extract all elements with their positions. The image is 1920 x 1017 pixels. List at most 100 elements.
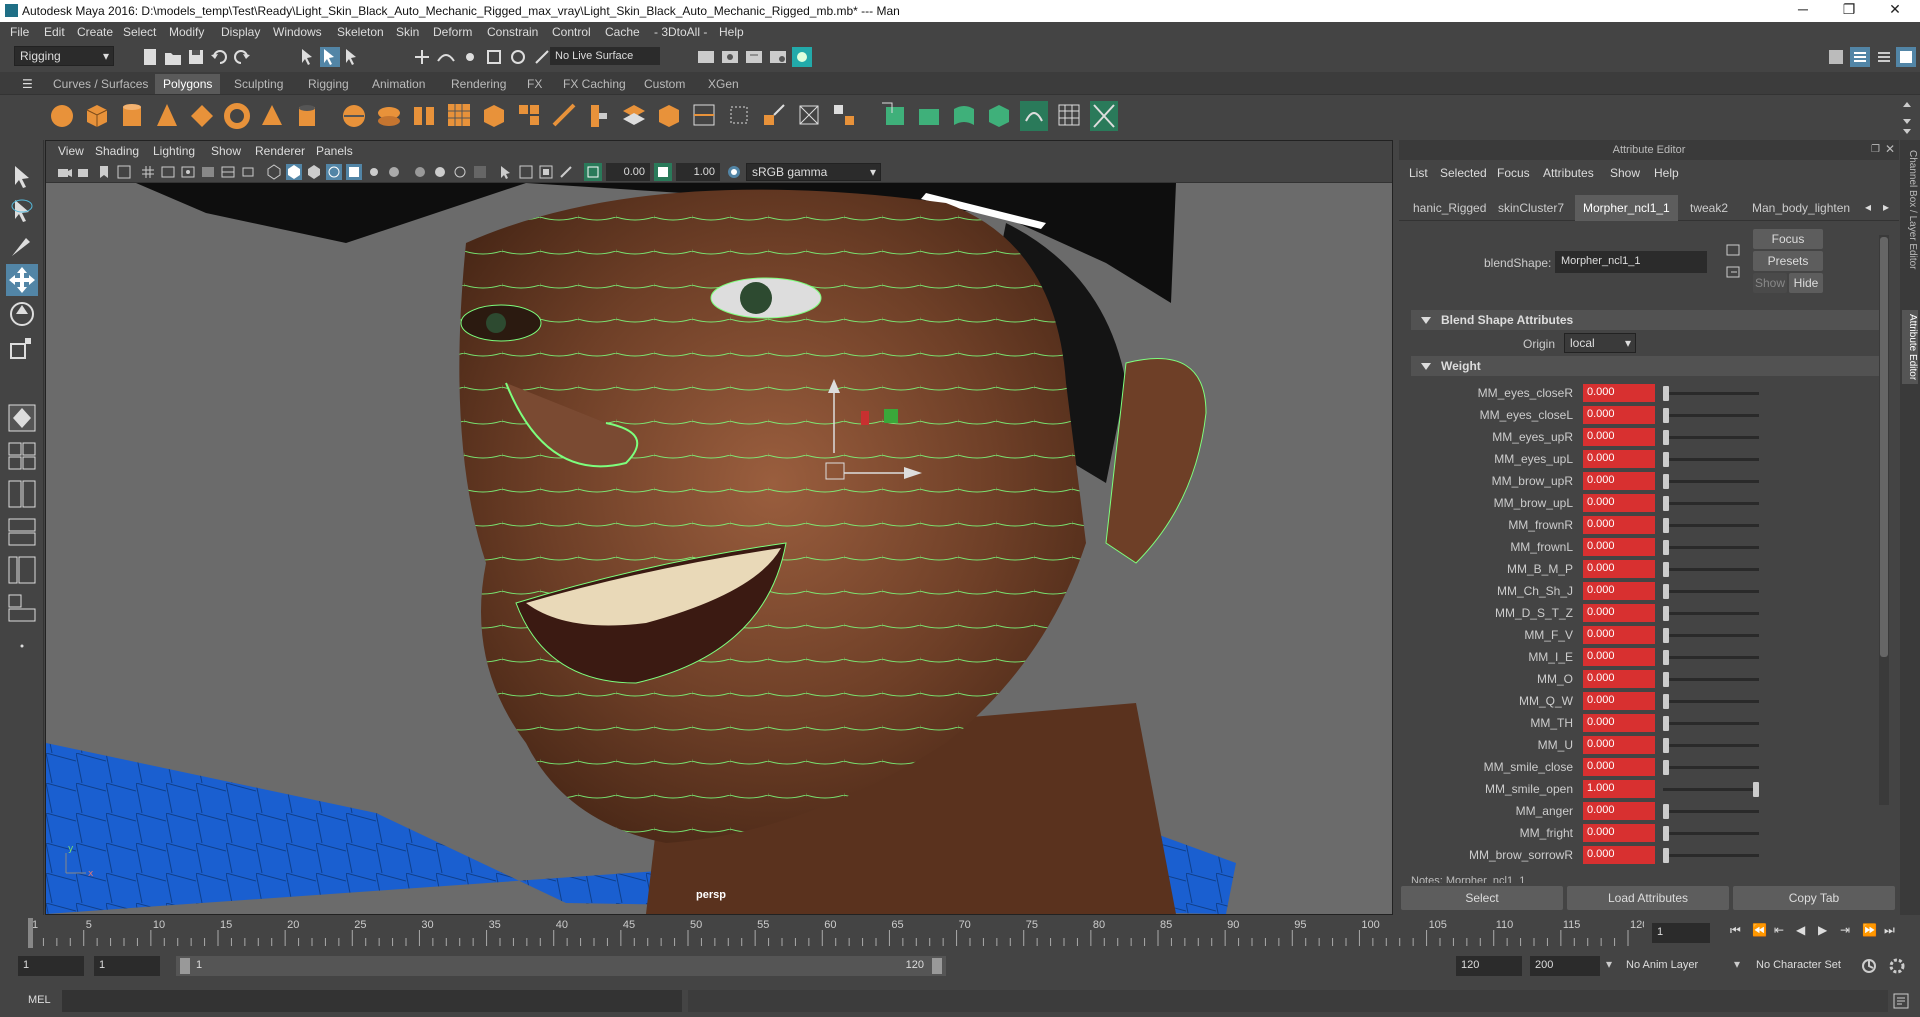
weight-slider-track[interactable] <box>1663 766 1759 769</box>
hypershade-icon[interactable] <box>792 47 812 67</box>
vp-menu-shading[interactable]: Shading <box>95 144 139 158</box>
rotate-tool-icon[interactable] <box>6 298 38 330</box>
scale-tool-icon[interactable] <box>6 332 38 364</box>
weight-value-field[interactable]: 0.000 <box>1583 824 1655 842</box>
persp-graph-layout-icon[interactable] <box>6 554 38 586</box>
smooth-shade-icon[interactable] <box>286 164 302 180</box>
ae-tab-hanic-rigged[interactable]: hanic_Rigged <box>1405 195 1494 221</box>
undo-icon[interactable] <box>209 47 229 67</box>
poly-cone-icon[interactable] <box>153 101 181 131</box>
weight-slider-thumb[interactable] <box>1663 540 1669 555</box>
presets-button[interactable]: Presets <box>1753 251 1823 271</box>
close-panel-icon[interactable]: ✕ <box>1885 142 1895 156</box>
two-view-layout-icon[interactable] <box>6 478 38 510</box>
weight-slider-thumb[interactable] <box>1663 628 1669 643</box>
quad-draw-icon[interactable] <box>795 101 823 131</box>
tab-xgen[interactable]: XGen <box>700 74 747 94</box>
bookmark-icon[interactable] <box>96 164 112 180</box>
multi-cut-icon[interactable] <box>690 101 718 131</box>
gamma-icon[interactable] <box>654 163 672 181</box>
weight-value-field[interactable]: 0.000 <box>1583 428 1655 446</box>
weight-value-field[interactable]: 0.000 <box>1583 604 1655 622</box>
menu-skeleton[interactable]: Skeleton <box>337 25 384 39</box>
live-surface-field[interactable]: No Live Surface <box>550 47 660 65</box>
weight-slider-track[interactable] <box>1663 700 1759 703</box>
weight-value-field[interactable]: 0.000 <box>1583 714 1655 732</box>
gamma-field[interactable]: 1.00 <box>676 163 720 181</box>
menu-modify[interactable]: Modify <box>169 25 204 39</box>
mirror-icon[interactable] <box>515 101 543 131</box>
ae-tab-morpher-ncl1-1[interactable]: Morpher_ncl1_1 <box>1575 195 1678 221</box>
uv-editor-icon[interactable] <box>1055 101 1083 131</box>
exposure-field[interactable]: 0.00 <box>606 163 650 181</box>
resolution-gate-icon[interactable] <box>180 164 196 180</box>
tab-rigging[interactable]: Rigging <box>300 74 357 94</box>
weight-slider-thumb[interactable] <box>1663 606 1669 621</box>
vp-menu-lighting[interactable]: Lighting <box>153 144 195 158</box>
play-forwards-icon[interactable]: ▶ <box>1818 923 1827 937</box>
tab-animation[interactable]: Animation <box>364 74 433 94</box>
weight-value-field[interactable]: 0.000 <box>1583 560 1655 578</box>
safe-action-icon[interactable] <box>240 164 256 180</box>
tab-curves-surfaces[interactable]: Curves / Surfaces <box>45 74 156 94</box>
snap-curve-icon[interactable] <box>436 47 456 67</box>
auto-uv-icon[interactable] <box>1020 101 1048 131</box>
ae-menu-attributes[interactable]: Attributes <box>1543 166 1594 180</box>
blendshape-name-field[interactable]: Morpher_ncl1_1 <box>1555 251 1707 273</box>
combine-icon[interactable] <box>340 101 368 131</box>
menu-constrain[interactable]: Constrain <box>487 25 538 39</box>
weight-slider-track[interactable] <box>1663 832 1759 835</box>
ipr-render-icon[interactable] <box>744 47 764 67</box>
range-bar[interactable]: 1 120 <box>176 956 946 976</box>
weight-slider-track[interactable] <box>1663 414 1759 417</box>
save-scene-icon[interactable] <box>186 47 206 67</box>
menu-select[interactable]: Select <box>123 25 156 39</box>
time-ruler[interactable]: 1 5 10 15 20 25 30 35 40 45 50 55 60 65 70 75 80 85 90 95 10… <box>24 916 1644 950</box>
vp-menu-panels[interactable]: Panels <box>316 144 353 158</box>
render-settings-icon[interactable] <box>768 47 788 67</box>
tab-fx-caching[interactable]: FX Caching <box>555 74 634 94</box>
weight-value-field[interactable]: 0.000 <box>1583 802 1655 820</box>
cylindrical-uv-icon[interactable] <box>950 101 978 131</box>
weight-slider-thumb[interactable] <box>1663 386 1669 401</box>
modeling-toolkit-icon[interactable] <box>1826 47 1846 67</box>
exposure-icon[interactable] <box>584 163 602 181</box>
go-to-end-icon[interactable]: ⏭ <box>1884 923 1895 938</box>
menu-edit[interactable]: Edit <box>44 25 65 39</box>
weight-slider-thumb[interactable] <box>1663 518 1669 533</box>
motion-blur-icon[interactable] <box>432 164 448 180</box>
viewport-scene[interactable]: y x persp <box>46 183 1392 914</box>
tab-scroll-left-icon[interactable]: ◂ <box>1865 200 1871 214</box>
render-frame-icon[interactable] <box>720 47 740 67</box>
weight-value-field[interactable]: 0.000 <box>1583 538 1655 556</box>
weight-value-field[interactable]: 0.000 <box>1583 582 1655 600</box>
single-perspective-layout-icon[interactable] <box>6 402 38 434</box>
menu-3dtoall[interactable]: - 3DtoAll - <box>654 25 707 39</box>
menu-windows[interactable]: Windows <box>273 25 322 39</box>
reduce-icon[interactable] <box>480 101 508 131</box>
weight-value-field[interactable]: 0.000 <box>1583 692 1655 710</box>
camera-select-icon[interactable] <box>56 164 72 180</box>
command-input[interactable] <box>62 990 682 1012</box>
create-uv-icon[interactable] <box>880 101 908 131</box>
weight-slider-track[interactable] <box>1663 568 1759 571</box>
vp-menu-view[interactable]: View <box>58 144 84 158</box>
copy-tab-button[interactable]: Copy Tab <box>1733 886 1895 910</box>
weight-slider-thumb[interactable] <box>1663 408 1669 423</box>
weight-slider-thumb[interactable] <box>1663 826 1669 841</box>
poly-pipe-icon[interactable] <box>293 101 321 131</box>
snap-grid-icon[interactable] <box>412 47 432 67</box>
snap-view-icon[interactable] <box>484 47 504 67</box>
weight-value-field[interactable]: 0.000 <box>1583 846 1655 864</box>
ae-menu-focus[interactable]: Focus <box>1497 166 1530 180</box>
poly-torus-icon[interactable] <box>223 101 251 131</box>
render-view-icon[interactable] <box>696 47 716 67</box>
connect-icon[interactable] <box>760 101 788 131</box>
weight-value-field[interactable]: 0.000 <box>1583 384 1655 402</box>
snap-point-icon[interactable] <box>460 47 480 67</box>
weight-slider-track[interactable] <box>1663 546 1759 549</box>
tab-custom[interactable]: Custom <box>636 74 693 94</box>
persp-outliner-layout-icon[interactable] <box>6 516 38 548</box>
use-all-lights-icon[interactable] <box>366 164 382 180</box>
weight-slider-track[interactable] <box>1663 656 1759 659</box>
